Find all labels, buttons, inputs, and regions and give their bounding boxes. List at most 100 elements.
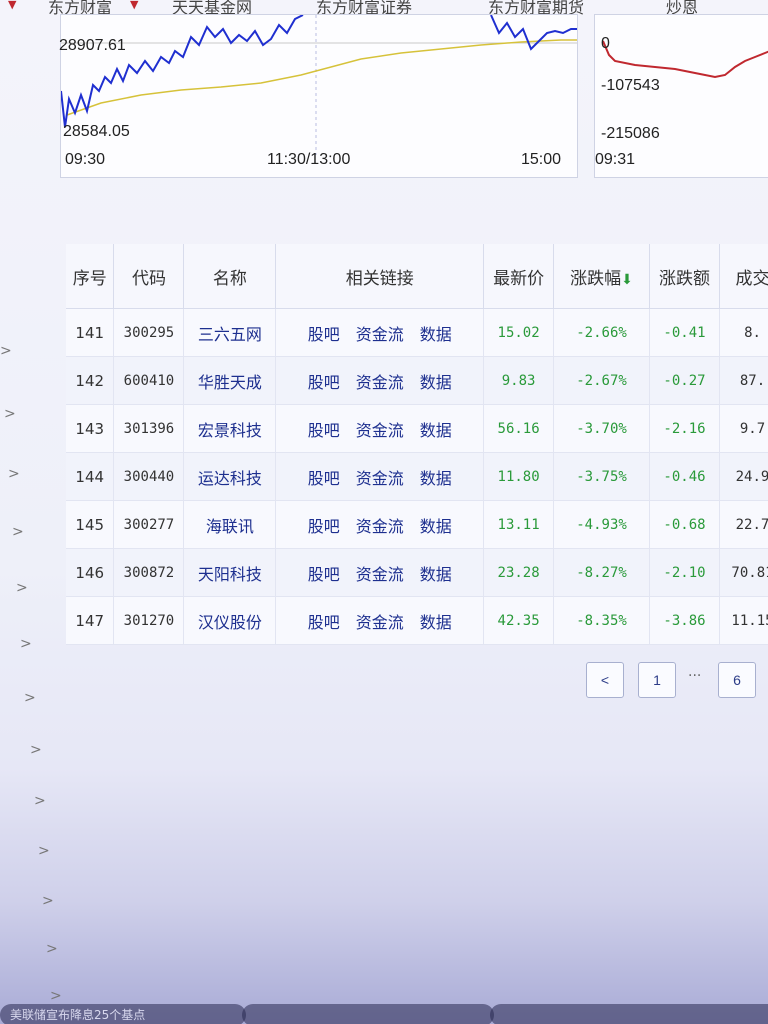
guba-link[interactable]: 股吧 (308, 325, 340, 344)
cell-pct-change: -3.70% (553, 404, 651, 453)
fund-flow-link[interactable]: 资金流 (356, 517, 404, 536)
stock-name-link[interactable]: 汉仪股份 (198, 613, 262, 632)
stock-name-link[interactable]: 华胜天成 (198, 373, 262, 392)
header-pct-change[interactable]: 涨跌幅⬇ (553, 244, 651, 309)
prev-page-button[interactable]: < (586, 662, 624, 698)
chevron-right-icon[interactable]: > (12, 524, 24, 540)
cell-code: 300440 (113, 452, 185, 501)
fund-flow-link[interactable]: 资金流 (356, 373, 404, 392)
chevron-down-icon[interactable]: ▼ (130, 0, 138, 11)
cell-price: 15.02 (483, 308, 555, 357)
cell-pct-change: -2.66% (553, 308, 651, 357)
flow-label-zero: 0 (601, 35, 610, 52)
cell-pct-change: -3.75% (553, 452, 651, 501)
chevron-right-icon[interactable]: > (38, 843, 50, 859)
data-link[interactable]: 数据 (420, 373, 452, 392)
fund-flow-chart[interactable]: 0 -107543 -215086 09:31 (594, 14, 768, 178)
cell-name: 海联讯 (183, 500, 277, 549)
cell-volume: 24.9 (719, 452, 768, 501)
cell-pct-change: -2.67% (553, 356, 651, 405)
cell-name: 宏景科技 (183, 404, 277, 453)
stock-name-link[interactable]: 三六五网 (198, 325, 262, 344)
stock-name-link[interactable]: 运达科技 (198, 469, 262, 488)
news-item[interactable] (242, 1004, 494, 1024)
chevron-right-icon[interactable]: > (8, 466, 20, 482)
fund-flow-link[interactable]: 资金流 (356, 565, 404, 584)
cell-index: 144 (66, 452, 115, 501)
cell-links: 股吧 资金流 数据 (275, 548, 485, 597)
cell-change: -0.68 (649, 500, 720, 549)
header-change[interactable]: 涨跌额 (649, 244, 720, 309)
chevron-right-icon[interactable]: > (34, 793, 46, 809)
time-label-close: 15:00 (521, 151, 562, 168)
intraday-chart[interactable]: 28907.61 28584.05 09:30 11:30/13:00 15:0… (59, 14, 578, 178)
cell-volume: 22.7 (719, 500, 768, 549)
guba-link[interactable]: 股吧 (308, 565, 340, 584)
guba-link[interactable]: 股吧 (308, 373, 340, 392)
cell-index: 143 (66, 404, 115, 453)
page-6-button[interactable]: 6 (718, 662, 756, 698)
header-code[interactable]: 代码 (113, 244, 185, 309)
header-index[interactable]: 序号 (66, 244, 115, 309)
cell-index: 147 (66, 596, 115, 645)
avg-price-line (66, 39, 577, 116)
chevron-right-icon[interactable]: > (24, 690, 36, 706)
cell-code: 300277 (113, 500, 185, 549)
table-row: 144 300440 运达科技 股吧 资金流 数据 11.80 -3.75% -0.… (66, 452, 768, 501)
fund-flow-link[interactable]: 资金流 (356, 469, 404, 488)
cell-volume: 8. (719, 308, 768, 357)
cell-volume: 11.15 (719, 596, 768, 645)
news-item[interactable] (490, 1004, 768, 1024)
cell-price: 11.80 (483, 452, 555, 501)
chevron-right-icon[interactable]: > (0, 343, 12, 359)
table-body: 141 300295 三六五网 股吧 资金流 数据 15.02 -2.66% -0.… (66, 308, 768, 645)
fund-flow-line (602, 40, 768, 79)
chevron-right-icon[interactable]: > (20, 636, 32, 652)
price-line (61, 15, 304, 128)
data-link[interactable]: 数据 (420, 613, 452, 632)
pagination-ellipsis: ··· (688, 668, 702, 684)
chevron-right-icon[interactable]: > (4, 406, 16, 422)
data-link[interactable]: 数据 (420, 469, 452, 488)
header-pct-label: 涨跌幅 (570, 268, 622, 289)
cell-name: 天阳科技 (183, 548, 277, 597)
news-item[interactable]: 美联储宣布降息25个基点 (0, 1004, 246, 1024)
header-price[interactable]: 最新价 (483, 244, 555, 309)
guba-link[interactable]: 股吧 (308, 517, 340, 536)
header-name[interactable]: 名称 (183, 244, 277, 309)
chevron-down-icon[interactable]: ▼ (8, 0, 16, 11)
data-link[interactable]: 数据 (420, 517, 452, 536)
table-row: 141 300295 三六五网 股吧 资金流 数据 15.02 -2.66% -0.… (66, 308, 768, 357)
cell-pct-change: -8.27% (553, 548, 651, 597)
data-link[interactable]: 数据 (420, 325, 452, 344)
cell-code: 300295 (113, 308, 185, 357)
stock-name-link[interactable]: 海联讯 (206, 517, 254, 536)
chevron-right-icon[interactable]: > (16, 580, 28, 596)
cell-change: -2.10 (649, 548, 720, 597)
data-link[interactable]: 数据 (420, 565, 452, 584)
fund-flow-link[interactable]: 资金流 (356, 613, 404, 632)
stock-name-link[interactable]: 宏景科技 (198, 421, 262, 440)
cell-links: 股吧 资金流 数据 (275, 308, 485, 357)
cell-price: 9.83 (483, 356, 555, 405)
chevron-right-icon[interactable]: > (46, 941, 58, 957)
cell-code: 300872 (113, 548, 185, 597)
fund-flow-link[interactable]: 资金流 (356, 325, 404, 344)
cell-price: 13.11 (483, 500, 555, 549)
cell-links: 股吧 资金流 数据 (275, 356, 485, 405)
chevron-right-icon[interactable]: > (42, 893, 54, 909)
cell-price: 42.35 (483, 596, 555, 645)
data-link[interactable]: 数据 (420, 421, 452, 440)
guba-link[interactable]: 股吧 (308, 469, 340, 488)
fund-flow-link[interactable]: 资金流 (356, 421, 404, 440)
chevron-right-icon[interactable]: > (50, 988, 62, 1004)
table-row: 145 300277 海联讯 股吧 资金流 数据 13.11 -4.93% -0.6… (66, 500, 768, 549)
time-label-midday: 11:30/13:00 (267, 151, 351, 168)
stock-name-link[interactable]: 天阳科技 (198, 565, 262, 584)
price-high-label: 28907.61 (59, 37, 126, 54)
guba-link[interactable]: 股吧 (308, 421, 340, 440)
page-1-button[interactable]: 1 (638, 662, 676, 698)
guba-link[interactable]: 股吧 (308, 613, 340, 632)
header-volume[interactable]: 成交 (719, 244, 768, 309)
chevron-right-icon[interactable]: > (30, 742, 42, 758)
